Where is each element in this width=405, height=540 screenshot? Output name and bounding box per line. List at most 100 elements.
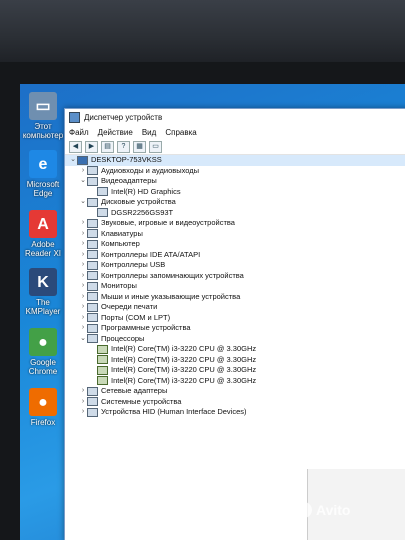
- expand-toggle-icon[interactable]: ›: [79, 397, 87, 408]
- tree-row[interactable]: › Системные устройства: [65, 397, 405, 408]
- properties-icon[interactable]: ▤: [101, 140, 114, 153]
- tree-row-label: Дисковые устройства: [101, 197, 176, 206]
- desktop-icon-label: The KMPlayer: [25, 298, 61, 316]
- tree-row[interactable]: › Аудиовходы и аудиовыходы: [65, 166, 405, 177]
- expand-toggle-icon[interactable]: ⌄: [79, 334, 87, 345]
- adobe-reader-icon: A: [29, 210, 57, 238]
- expand-toggle-icon[interactable]: ›: [79, 218, 87, 229]
- expand-toggle-icon[interactable]: ›: [79, 260, 87, 271]
- expand-toggle-icon[interactable]: ›: [79, 166, 87, 177]
- scan-hardware-icon[interactable]: ▭: [149, 140, 162, 153]
- edge-icon: e: [29, 150, 57, 178]
- menu-help[interactable]: Справка: [165, 128, 196, 137]
- tree-row[interactable]: › Контроллеры USB: [65, 260, 405, 271]
- back-icon[interactable]: ◀: [69, 140, 82, 153]
- desktop-icon-3[interactable]: K The KMPlayer: [20, 268, 66, 316]
- desktop-icon-0[interactable]: ▭ Этот компьютер: [20, 92, 66, 140]
- device-icon: [87, 218, 98, 228]
- device-icon: [87, 313, 98, 323]
- tree-row[interactable]: › Сетевые адаптеры: [65, 386, 405, 397]
- tree-row[interactable]: › Программные устройства: [65, 323, 405, 334]
- forward-icon[interactable]: ▶: [85, 140, 98, 153]
- tree-row[interactable]: › Звуковые, игровые и видеоустройства: [65, 218, 405, 229]
- tree-row[interactable]: › Клавиатуры: [65, 229, 405, 240]
- tree-row[interactable]: › Контроллеры запоминающих устройства: [65, 271, 405, 282]
- tree-row-label: Клавиатуры: [101, 228, 143, 238]
- desktop-icon-4[interactable]: ● Google Chrome: [20, 328, 66, 376]
- tree-row[interactable]: ⌄ Процессоры: [65, 334, 405, 345]
- tree-row-label: Контроллеры запоминающих устройства: [101, 270, 244, 280]
- tree-row[interactable]: › Порты (COM и LPT): [65, 313, 405, 324]
- desktop-icon-label: Microsoft Edge: [26, 180, 60, 198]
- tree-row[interactable]: ⌄ DESKTOP-753VKSS: [65, 155, 405, 166]
- tree-row-label: Компьютер: [101, 239, 140, 248]
- desktop-icon-label: Adobe Reader XI: [24, 240, 62, 258]
- processor-icon: [97, 365, 108, 375]
- help-icon[interactable]: ?: [117, 140, 130, 153]
- tree-row[interactable]: › Устройства HID (Human Interface Devices…: [65, 407, 405, 418]
- tree-row[interactable]: ⌄ Видеоадаптеры: [65, 176, 405, 187]
- tree-row[interactable]: › Контроллеры IDE ATA/ATAPI: [65, 250, 405, 261]
- update-driver-icon[interactable]: ▦: [133, 140, 146, 153]
- desktop-icon-2[interactable]: A Adobe Reader XI: [20, 210, 66, 258]
- kmplayer-icon: K: [29, 268, 57, 296]
- tree-row-label: Intel(R) Core(TM) i3-3220 CPU @ 3.30GHz: [111, 375, 257, 385]
- expand-toggle-icon[interactable]: ⌄: [79, 176, 87, 187]
- tree-row-label: Видеоадаптеры: [101, 176, 157, 185]
- avito-logo-icon: [296, 502, 312, 518]
- expand-toggle-icon[interactable]: ⌄: [69, 155, 77, 166]
- tree-row-label: Мыши и иные указывающие устройства: [101, 291, 241, 301]
- tree-row-label: Программные устройства: [101, 323, 191, 332]
- device-icon: [87, 166, 98, 176]
- processor-icon: [97, 344, 108, 354]
- menu-file[interactable]: Файл: [69, 128, 89, 137]
- menu-view[interactable]: Вид: [142, 128, 156, 137]
- device-icon: [87, 250, 98, 260]
- tree-row-label: Процессоры: [101, 333, 145, 343]
- tree-row[interactable]: › Мониторы: [65, 281, 405, 292]
- watermark-text: Avito: [316, 502, 351, 518]
- expand-toggle-icon[interactable]: ›: [79, 292, 87, 303]
- menu-bar: Файл Действие Вид Справка: [65, 125, 405, 139]
- tree-row[interactable]: Intel(R) Core(TM) i3-3220 CPU @ 3.30GHz: [65, 376, 405, 387]
- device-icon: [97, 187, 108, 197]
- tree-row[interactable]: › Очереди печати: [65, 302, 405, 313]
- desktop-icon-5[interactable]: ● Firefox: [20, 388, 66, 427]
- expand-toggle-icon[interactable]: ›: [79, 323, 87, 334]
- tree-row[interactable]: Intel(R) Core(TM) i3-3220 CPU @ 3.30GHz: [65, 365, 405, 376]
- device-icon: [87, 292, 98, 302]
- expand-toggle-icon[interactable]: ›: [79, 271, 87, 282]
- tree-row-label: Устройства HID (Human Interface Devices): [101, 407, 247, 416]
- tree-row[interactable]: Intel(R) Core(TM) i3-3220 CPU @ 3.30GHz: [65, 344, 405, 355]
- tree-row-label: Звуковые, игровые и видеоустройства: [101, 218, 235, 227]
- expand-toggle-icon[interactable]: ›: [79, 250, 87, 261]
- tree-row[interactable]: › Мыши и иные указывающие устройства: [65, 292, 405, 303]
- expand-toggle-icon[interactable]: ›: [79, 239, 87, 250]
- device-icon: [87, 407, 98, 417]
- expand-toggle-icon[interactable]: ›: [79, 302, 87, 313]
- tree-row[interactable]: Intel(R) Core(TM) i3-3220 CPU @ 3.30GHz: [65, 355, 405, 366]
- tree-row[interactable]: ⌄ Дисковые устройства: [65, 197, 405, 208]
- processor-icon: [97, 376, 108, 386]
- device-icon: [87, 323, 98, 333]
- desktop-icon-1[interactable]: e Microsoft Edge: [20, 150, 66, 198]
- expand-toggle-icon[interactable]: ›: [79, 407, 87, 418]
- tree-row[interactable]: Intel(R) HD Graphics: [65, 187, 405, 198]
- device-icon: [87, 260, 98, 270]
- device-icon: [97, 208, 108, 218]
- window-title: Диспетчер устройств: [84, 112, 163, 122]
- expand-toggle-icon[interactable]: ›: [79, 281, 87, 292]
- expand-toggle-icon[interactable]: ⌄: [79, 197, 87, 208]
- device-icon: [87, 334, 98, 344]
- desktop-icon-label: Этот компьютер: [22, 122, 64, 140]
- menu-action[interactable]: Действие: [98, 128, 133, 137]
- tree-row[interactable]: DGSR2256GS93T: [65, 208, 405, 219]
- device-icon: [87, 271, 98, 281]
- firefox-icon: ●: [29, 388, 57, 416]
- tree-row-label: DESKTOP-753VKSS: [91, 155, 162, 164]
- expand-toggle-icon[interactable]: ›: [79, 386, 87, 397]
- tree-row-label: Аудиовходы и аудиовыходы: [101, 165, 200, 175]
- tree-row[interactable]: › Компьютер: [65, 239, 405, 250]
- expand-toggle-icon[interactable]: ›: [79, 313, 87, 324]
- expand-toggle-icon[interactable]: ›: [79, 229, 87, 240]
